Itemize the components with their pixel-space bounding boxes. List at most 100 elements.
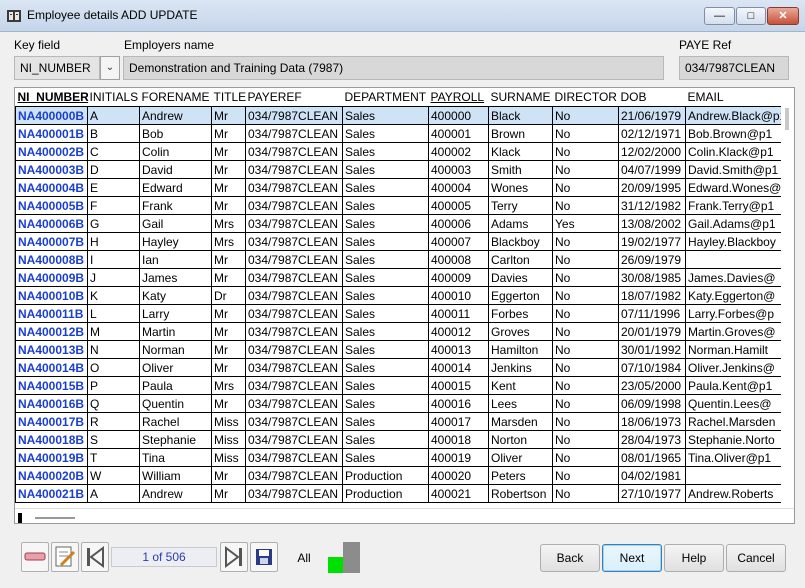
cell-dob[interactable]: 12/02/2000: [618, 142, 686, 161]
cell-payroll[interactable]: 400001: [428, 124, 489, 143]
cell-initials[interactable]: R: [87, 412, 140, 431]
cell-title[interactable]: Mr: [211, 358, 246, 377]
cell-forename[interactable]: James: [139, 268, 212, 287]
cell-department[interactable]: Sales: [342, 340, 429, 359]
table-row[interactable]: NA400017B R Rachel Miss 034/7987CLEAN Sales 40…: [15, 412, 783, 431]
cell-payroll[interactable]: 400019: [428, 448, 489, 467]
minimize-button[interactable]: —: [704, 7, 735, 25]
column-header-forename[interactable]: FORENAME: [139, 88, 212, 107]
cell-payroll[interactable]: 400006: [428, 214, 489, 233]
table-row[interactable]: NA400004B E Edward Mr 034/7987CLEAN Sales 4000…: [15, 178, 783, 197]
cell-title[interactable]: Mrs: [211, 376, 246, 395]
back-button[interactable]: Back: [540, 544, 600, 572]
cell-payroll[interactable]: 400010: [428, 286, 489, 305]
cell-department[interactable]: Sales: [342, 178, 429, 197]
cell-department[interactable]: Sales: [342, 304, 429, 323]
column-header-dob[interactable]: DOB: [618, 88, 686, 107]
cell-director[interactable]: No: [552, 358, 619, 377]
cell-initials[interactable]: S: [87, 430, 140, 449]
cell-ni-number[interactable]: NA400015B: [15, 376, 88, 395]
cell-payroll[interactable]: 400003: [428, 160, 489, 179]
cell-title[interactable]: Mr: [211, 268, 246, 287]
cell-dob[interactable]: 26/09/1979: [618, 250, 686, 269]
cell-ni-number[interactable]: NA400016B: [15, 394, 88, 413]
cell-forename[interactable]: Oliver: [139, 358, 212, 377]
cell-ni-number[interactable]: NA400003B: [15, 160, 88, 179]
cell-email[interactable]: Martin.Groves@: [685, 322, 783, 341]
cell-payroll[interactable]: 400011: [428, 304, 489, 323]
cell-title[interactable]: Miss: [211, 430, 246, 449]
cell-email[interactable]: Quentin.Lees@: [685, 394, 783, 413]
cell-dob[interactable]: 30/08/1985: [618, 268, 686, 287]
cell-surname[interactable]: Peters: [488, 466, 553, 485]
cell-title[interactable]: Mr: [211, 178, 246, 197]
cell-payroll[interactable]: 400002: [428, 142, 489, 161]
cell-surname[interactable]: Black: [488, 106, 553, 125]
cell-forename[interactable]: Larry: [139, 304, 212, 323]
cell-director[interactable]: No: [552, 250, 619, 269]
cell-title[interactable]: Mr: [211, 466, 246, 485]
vertical-scroll-thumb[interactable]: [785, 108, 789, 130]
cell-dob[interactable]: 20/09/1995: [618, 178, 686, 197]
cell-ni-number[interactable]: NA400021B: [15, 484, 88, 503]
cell-payeref[interactable]: 034/7987CLEAN: [245, 484, 343, 503]
cell-payeref[interactable]: 034/7987CLEAN: [245, 106, 343, 125]
cell-dob[interactable]: 06/09/1998: [618, 394, 686, 413]
cell-payroll[interactable]: 400000: [428, 106, 489, 125]
cell-director[interactable]: No: [552, 376, 619, 395]
cell-payroll[interactable]: 400007: [428, 232, 489, 251]
cell-email[interactable]: Gail.Adams@p1: [685, 214, 783, 233]
cell-surname[interactable]: Jenkins: [488, 358, 553, 377]
cell-email[interactable]: Oliver.Jenkins@: [685, 358, 783, 377]
cell-email[interactable]: Bob.Brown@p1: [685, 124, 783, 143]
cell-email[interactable]: James.Davies@: [685, 268, 783, 287]
cell-dob[interactable]: 18/06/1973: [618, 412, 686, 431]
cell-payeref[interactable]: 034/7987CLEAN: [245, 232, 343, 251]
cell-department[interactable]: Sales: [342, 268, 429, 287]
cell-director[interactable]: No: [552, 340, 619, 359]
cell-forename[interactable]: Gail: [139, 214, 212, 233]
cell-director[interactable]: No: [552, 124, 619, 143]
cell-payroll[interactable]: 400020: [428, 466, 489, 485]
cell-surname[interactable]: Terry: [488, 196, 553, 215]
cell-title[interactable]: Mr: [211, 304, 246, 323]
cell-title[interactable]: Miss: [211, 448, 246, 467]
cell-payeref[interactable]: 034/7987CLEAN: [245, 466, 343, 485]
column-header-payeref[interactable]: PAYEREF: [245, 88, 343, 107]
table-row[interactable]: NA400006B G Gail Mrs 034/7987CLEAN Sales 40000…: [15, 214, 783, 233]
cell-dob[interactable]: 27/10/1977: [618, 484, 686, 503]
cell-payeref[interactable]: 034/7987CLEAN: [245, 142, 343, 161]
table-row[interactable]: NA400009B J James Mr 034/7987CLEAN Sales 40000…: [15, 268, 783, 287]
cell-payroll[interactable]: 400004: [428, 178, 489, 197]
column-header-director[interactable]: DIRECTOR: [552, 88, 619, 107]
cell-initials[interactable]: C: [87, 142, 140, 161]
table-row[interactable]: NA400003B D David Mr 034/7987CLEAN Sales 40000…: [15, 160, 783, 179]
table-row[interactable]: NA400005B F Frank Mr 034/7987CLEAN Sales 40000…: [15, 196, 783, 215]
cell-title[interactable]: Mr: [211, 250, 246, 269]
cell-payroll[interactable]: 400014: [428, 358, 489, 377]
cell-surname[interactable]: Eggerton: [488, 286, 553, 305]
cell-payroll[interactable]: 400008: [428, 250, 489, 269]
cell-email[interactable]: Larry.Forbes@p: [685, 304, 783, 323]
cell-ni-number[interactable]: NA400008B: [15, 250, 88, 269]
cell-initials[interactable]: K: [87, 286, 140, 305]
cell-department[interactable]: Sales: [342, 250, 429, 269]
cell-title[interactable]: Mrs: [211, 232, 246, 251]
cell-director[interactable]: No: [552, 286, 619, 305]
cell-ni-number[interactable]: NA400001B: [15, 124, 88, 143]
table-row[interactable]: NA400001B B Bob Mr 034/7987CLEAN Sales 400001 B…: [15, 124, 783, 143]
cell-dob[interactable]: 18/07/1982: [618, 286, 686, 305]
cell-email[interactable]: Colin.Klack@p1: [685, 142, 783, 161]
cell-dob[interactable]: 21/06/1979: [618, 106, 686, 125]
table-row[interactable]: NA400000B A Andrew Mr 034/7987CLEAN Sales 4000…: [15, 106, 783, 125]
table-row[interactable]: NA400019B T Tina Miss 034/7987CLEAN Sales 4000…: [15, 448, 783, 467]
cell-ni-number[interactable]: NA400002B: [15, 142, 88, 161]
cell-payeref[interactable]: 034/7987CLEAN: [245, 304, 343, 323]
cell-payroll[interactable]: 400017: [428, 412, 489, 431]
first-page-button[interactable]: [81, 542, 109, 572]
cell-payroll[interactable]: 400021: [428, 484, 489, 503]
column-header-surname[interactable]: SURNAME: [488, 88, 553, 107]
table-row[interactable]: NA400010B K Katy Dr 034/7987CLEAN Sales 400010…: [15, 286, 783, 305]
cell-surname[interactable]: Norton: [488, 430, 553, 449]
cell-payeref[interactable]: 034/7987CLEAN: [245, 322, 343, 341]
